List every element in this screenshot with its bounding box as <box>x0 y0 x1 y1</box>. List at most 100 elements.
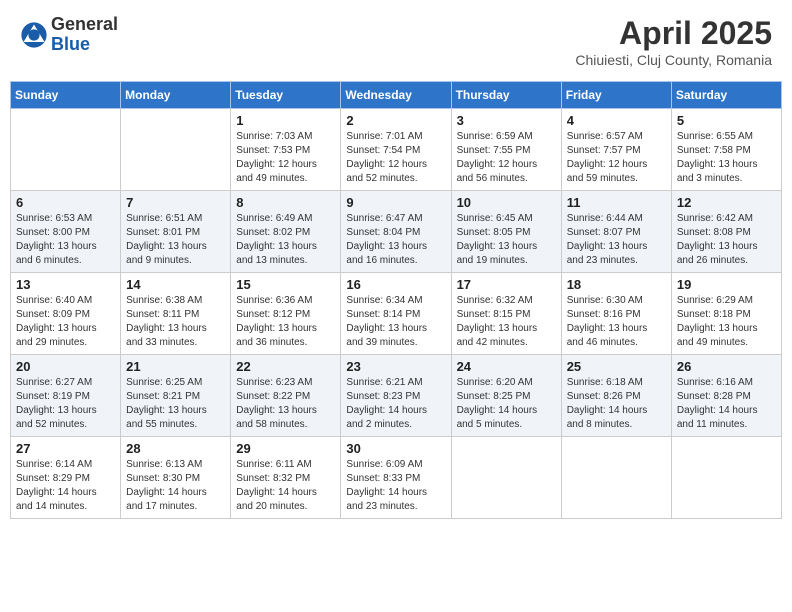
calendar-cell: 16 Sunrise: 6:34 AMSunset: 8:14 PMDayligh… <box>341 273 451 355</box>
calendar-body: 1Sunrise: 7:03 AMSunset: 7:53 PMDaylight… <box>11 109 782 519</box>
day-info: Sunrise: 6:42 AMSunset: 8:08 PMDaylight:… <box>677 212 776 268</box>
page-header: General Blue April 2025 Chiuiesti, Cluj … <box>10 10 782 73</box>
day-number: 21 <box>126 359 225 374</box>
day-info: Sunrise: 6:18 AMSunset: 8:26 PMDaylight:… <box>567 376 666 432</box>
day-number: 2 <box>346 113 445 128</box>
calendar-week-2: 6Sunrise: 6:53 AMSunset: 8:00 PMDaylight… <box>11 191 782 273</box>
day-info: Sunrise: 7:01 AMSunset: 7:54 PMDaylight:… <box>346 130 445 186</box>
calendar-cell: 5Sunrise: 6:55 AMSunset: 7:58 PMDaylight… <box>671 109 781 191</box>
day-info: Sunrise: 6:40 AMSunset: 8:09 PMDaylight:… <box>16 294 115 350</box>
header-day-tuesday: Tuesday <box>231 82 341 109</box>
day-info: Sunrise: 6:45 AMSunset: 8:05 PMDaylight:… <box>457 212 556 268</box>
calendar-cell: 13 Sunrise: 6:40 AMSunset: 8:09 PMDayligh… <box>11 273 121 355</box>
calendar-cell: 27 Sunrise: 6:14 AMSunset: 8:29 PMDayligh… <box>11 437 121 519</box>
day-number: 29 <box>236 441 335 456</box>
calendar-cell: 10 Sunrise: 6:45 AMSunset: 8:05 PMDayligh… <box>451 191 561 273</box>
day-info: Sunrise: 6:13 AMSunset: 8:30 PMDaylight:… <box>126 458 225 514</box>
calendar-cell: 22Sunrise: 6:23 AMSunset: 8:22 PMDayligh… <box>231 355 341 437</box>
day-info: Sunrise: 6:34 AMSunset: 8:14 PMDaylight:… <box>346 294 445 350</box>
calendar-week-1: 1Sunrise: 7:03 AMSunset: 7:53 PMDaylight… <box>11 109 782 191</box>
logo-general-label: General <box>51 15 118 35</box>
day-info: Sunrise: 6:25 AMSunset: 8:21 PMDaylight:… <box>126 376 225 432</box>
calendar-cell: 24Sunrise: 6:20 AMSunset: 8:25 PMDayligh… <box>451 355 561 437</box>
day-number: 10 <box>457 195 556 210</box>
calendar-cell: 6Sunrise: 6:53 AMSunset: 8:00 PMDaylight… <box>11 191 121 273</box>
calendar-cell <box>451 437 561 519</box>
day-number: 30 <box>346 441 445 456</box>
day-info: Sunrise: 6:16 AMSunset: 8:28 PMDaylight:… <box>677 376 776 432</box>
day-number: 25 <box>567 359 666 374</box>
day-info: Sunrise: 6:14 AMSunset: 8:29 PMDaylight:… <box>16 458 115 514</box>
day-number: 12 <box>677 195 776 210</box>
day-number: 13 <box>16 277 115 292</box>
day-number: 28 <box>126 441 225 456</box>
day-info: Sunrise: 6:59 AMSunset: 7:55 PMDaylight:… <box>457 130 556 186</box>
location-label: Chiuiesti, Cluj County, Romania <box>575 52 772 68</box>
header-day-monday: Monday <box>121 82 231 109</box>
calendar-cell: 15Sunrise: 6:36 AMSunset: 8:12 PMDayligh… <box>231 273 341 355</box>
calendar-cell <box>561 437 671 519</box>
day-number: 9 <box>346 195 445 210</box>
calendar-cell: 7 Sunrise: 6:51 AMSunset: 8:01 PMDaylight… <box>121 191 231 273</box>
day-number: 7 <box>126 195 225 210</box>
calendar-cell: 28 Sunrise: 6:13 AMSunset: 8:30 PMDayligh… <box>121 437 231 519</box>
calendar-cell: 3 Sunrise: 6:59 AMSunset: 7:55 PMDaylight… <box>451 109 561 191</box>
day-number: 17 <box>457 277 556 292</box>
logo-blue-label: Blue <box>51 35 118 55</box>
day-number: 19 <box>677 277 776 292</box>
day-info: Sunrise: 6:09 AMSunset: 8:33 PMDaylight:… <box>346 458 445 514</box>
logo-icon <box>20 21 48 49</box>
day-info: Sunrise: 6:20 AMSunset: 8:25 PMDaylight:… <box>457 376 556 432</box>
day-number: 15 <box>236 277 335 292</box>
day-number: 3 <box>457 113 556 128</box>
calendar-cell <box>121 109 231 191</box>
day-number: 23 <box>346 359 445 374</box>
day-number: 18 <box>567 277 666 292</box>
calendar-week-5: 27 Sunrise: 6:14 AMSunset: 8:29 PMDayligh… <box>11 437 782 519</box>
calendar-cell: 1Sunrise: 7:03 AMSunset: 7:53 PMDaylight… <box>231 109 341 191</box>
day-info: Sunrise: 6:51 AMSunset: 8:01 PMDaylight:… <box>126 212 225 268</box>
calendar-cell: 12 Sunrise: 6:42 AMSunset: 8:08 PMDayligh… <box>671 191 781 273</box>
day-number: 14 <box>126 277 225 292</box>
month-title: April 2025 <box>575 15 772 52</box>
calendar-cell: 25 Sunrise: 6:18 AMSunset: 8:26 PMDayligh… <box>561 355 671 437</box>
day-info: Sunrise: 6:49 AMSunset: 8:02 PMDaylight:… <box>236 212 335 268</box>
calendar-week-3: 13 Sunrise: 6:40 AMSunset: 8:09 PMDayligh… <box>11 273 782 355</box>
day-number: 11 <box>567 195 666 210</box>
day-info: Sunrise: 6:11 AMSunset: 8:32 PMDaylight:… <box>236 458 335 514</box>
calendar-cell: 21 Sunrise: 6:25 AMSunset: 8:21 PMDayligh… <box>121 355 231 437</box>
day-info: Sunrise: 6:30 AMSunset: 8:16 PMDaylight:… <box>567 294 666 350</box>
day-info: Sunrise: 6:44 AMSunset: 8:07 PMDaylight:… <box>567 212 666 268</box>
calendar-cell: 18 Sunrise: 6:30 AMSunset: 8:16 PMDayligh… <box>561 273 671 355</box>
calendar-cell: 4Sunrise: 6:57 AMSunset: 7:57 PMDaylight… <box>561 109 671 191</box>
calendar-cell: 20Sunrise: 6:27 AMSunset: 8:19 PMDayligh… <box>11 355 121 437</box>
day-info: Sunrise: 6:21 AMSunset: 8:23 PMDaylight:… <box>346 376 445 432</box>
day-number: 16 <box>346 277 445 292</box>
calendar-cell: 11 Sunrise: 6:44 AMSunset: 8:07 PMDayligh… <box>561 191 671 273</box>
calendar-table: SundayMondayTuesdayWednesdayThursdayFrid… <box>10 81 782 519</box>
header-day-thursday: Thursday <box>451 82 561 109</box>
day-info: Sunrise: 6:27 AMSunset: 8:19 PMDaylight:… <box>16 376 115 432</box>
logo: General Blue <box>20 15 118 55</box>
day-number: 27 <box>16 441 115 456</box>
calendar-cell: 17Sunrise: 6:32 AMSunset: 8:15 PMDayligh… <box>451 273 561 355</box>
calendar-week-4: 20Sunrise: 6:27 AMSunset: 8:19 PMDayligh… <box>11 355 782 437</box>
day-info: Sunrise: 6:47 AMSunset: 8:04 PMDaylight:… <box>346 212 445 268</box>
day-number: 6 <box>16 195 115 210</box>
day-info: Sunrise: 7:03 AMSunset: 7:53 PMDaylight:… <box>236 130 335 186</box>
header-day-wednesday: Wednesday <box>341 82 451 109</box>
calendar-cell: 30 Sunrise: 6:09 AMSunset: 8:33 PMDayligh… <box>341 437 451 519</box>
header-day-saturday: Saturday <box>671 82 781 109</box>
header-row: SundayMondayTuesdayWednesdayThursdayFrid… <box>11 82 782 109</box>
calendar-cell: 14Sunrise: 6:38 AMSunset: 8:11 PMDayligh… <box>121 273 231 355</box>
day-number: 5 <box>677 113 776 128</box>
day-info: Sunrise: 6:29 AMSunset: 8:18 PMDaylight:… <box>677 294 776 350</box>
calendar-cell: 23 Sunrise: 6:21 AMSunset: 8:23 PMDayligh… <box>341 355 451 437</box>
calendar-cell: 8 Sunrise: 6:49 AMSunset: 8:02 PMDaylight… <box>231 191 341 273</box>
calendar-cell: 29 Sunrise: 6:11 AMSunset: 8:32 PMDayligh… <box>231 437 341 519</box>
calendar-cell: 26Sunrise: 6:16 AMSunset: 8:28 PMDayligh… <box>671 355 781 437</box>
day-info: Sunrise: 6:23 AMSunset: 8:22 PMDaylight:… <box>236 376 335 432</box>
calendar-cell: 9 Sunrise: 6:47 AMSunset: 8:04 PMDaylight… <box>341 191 451 273</box>
day-number: 8 <box>236 195 335 210</box>
logo-text: General Blue <box>51 15 118 55</box>
